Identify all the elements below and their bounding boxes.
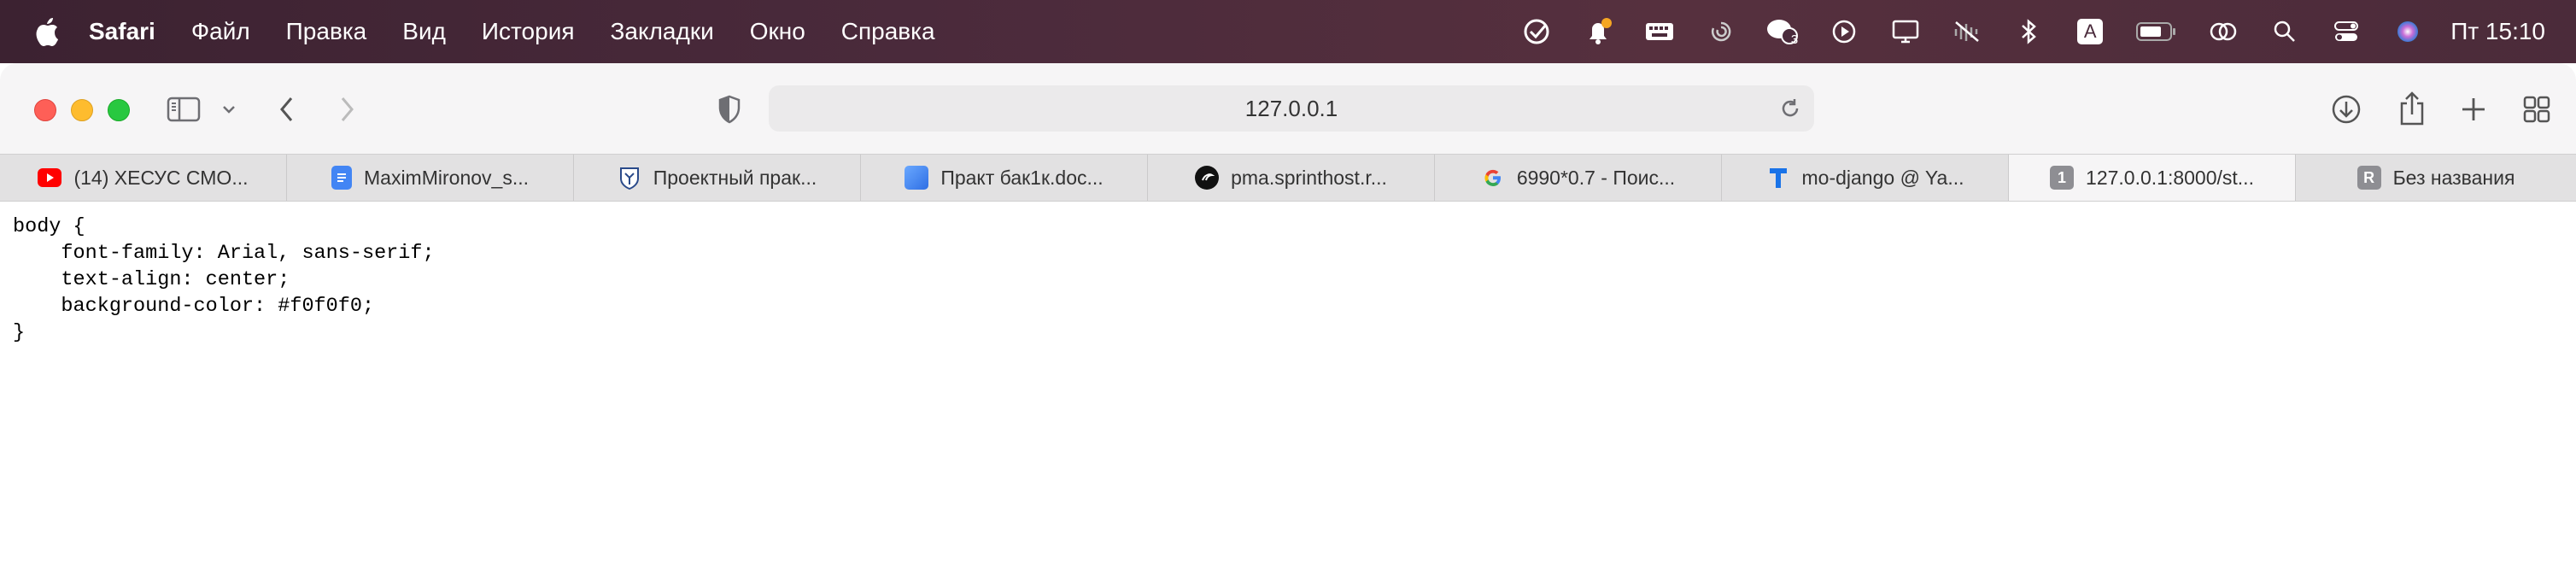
reload-icon[interactable] bbox=[1778, 97, 1802, 120]
menu-view[interactable]: Вид bbox=[402, 18, 446, 45]
tab-overview-icon[interactable] bbox=[2520, 92, 2554, 126]
menu-bookmarks[interactable]: Закладки bbox=[611, 18, 714, 45]
input-source-icon[interactable]: A bbox=[2073, 15, 2107, 49]
clock[interactable]: Пт 15:10 bbox=[2450, 18, 2545, 45]
app-menu: Safari Файл Правка Вид История Закладки … bbox=[89, 18, 971, 45]
link-icon[interactable] bbox=[2206, 15, 2240, 49]
display-icon[interactable] bbox=[1888, 15, 1923, 49]
search-icon[interactable] bbox=[2268, 15, 2302, 49]
battery-icon[interactable] bbox=[2134, 15, 2179, 49]
tab-google-search[interactable]: 6990*0.7 - Поис... bbox=[1435, 155, 1722, 201]
window-controls bbox=[34, 99, 144, 121]
status-area: 3 A Пт 15:10 bbox=[1492, 0, 2545, 63]
tab-label: (14) ХЕСУС СМО... bbox=[73, 166, 249, 189]
docs-icon bbox=[331, 166, 352, 190]
crest-icon bbox=[618, 166, 641, 190]
tab-label: Практ бак1к.doc... bbox=[940, 166, 1104, 189]
tab-label: 6990*0.7 - Поис... bbox=[1516, 166, 1676, 189]
notification-icon[interactable] bbox=[1581, 15, 1615, 49]
address-bar[interactable]: 127.0.0.1 bbox=[769, 85, 1814, 132]
google-icon bbox=[1481, 166, 1505, 190]
tab-bar: (14) ХЕСУС СМО... MaximMironov_s... Прое… bbox=[0, 154, 2576, 202]
siri-icon[interactable] bbox=[2391, 15, 2425, 49]
swirl-icon[interactable] bbox=[1704, 15, 1738, 49]
keyboard-icon[interactable] bbox=[1642, 15, 1677, 49]
tracker-icon bbox=[1766, 166, 1790, 190]
control-center-icon[interactable] bbox=[2329, 15, 2363, 49]
menu-history[interactable]: История bbox=[482, 18, 575, 45]
wechat-badge: 3 bbox=[1790, 32, 1799, 47]
new-tab-icon[interactable] bbox=[2456, 92, 2491, 126]
zoom-window-button[interactable] bbox=[108, 99, 130, 121]
safari-window: 127.0.0.1 (14) ХЕСУС СМО... MaximMironov… bbox=[0, 63, 2576, 574]
tab-label: pma.sprinthost.r... bbox=[1231, 166, 1387, 189]
toolbar: 127.0.0.1 bbox=[0, 63, 2576, 154]
play-icon[interactable] bbox=[1827, 15, 1861, 49]
url-text[interactable]: 127.0.0.1 bbox=[1245, 96, 1338, 122]
tab-label: Проектный прак... bbox=[653, 166, 817, 189]
bluetooth-icon[interactable] bbox=[2011, 15, 2046, 49]
tab-docs[interactable]: MaximMironov_s... bbox=[287, 155, 574, 201]
tab-label: Без названия bbox=[2392, 166, 2515, 189]
tab-tracker[interactable]: mo-django @ Ya... bbox=[1722, 155, 2009, 201]
checkmark-circle-icon[interactable] bbox=[1519, 15, 1554, 49]
tab-project-practice[interactable]: Проектный прак... bbox=[574, 155, 861, 201]
menu-window[interactable]: Окно bbox=[750, 18, 805, 45]
tab-localhost-active[interactable]: 1 127.0.0.1:8000/st... bbox=[2009, 155, 2296, 201]
sidebar-toggle-icon[interactable] bbox=[165, 92, 202, 126]
file-icon bbox=[905, 166, 929, 190]
menu-edit[interactable]: Правка bbox=[286, 18, 367, 45]
downloads-icon[interactable] bbox=[2329, 92, 2363, 126]
tab-untitled[interactable]: R Без названия bbox=[2296, 155, 2576, 201]
tab-label: 127.0.0.1:8000/st... bbox=[2086, 166, 2254, 189]
page-icon: 1 bbox=[2050, 166, 2075, 190]
tab-doc-file[interactable]: Практ бак1к.doc... bbox=[861, 155, 1148, 201]
chevron-down-icon[interactable] bbox=[219, 97, 239, 121]
menu-bar: Safari Файл Правка Вид История Закладки … bbox=[0, 0, 2576, 63]
mute-icon[interactable] bbox=[1950, 15, 1984, 49]
back-icon[interactable] bbox=[273, 92, 301, 126]
tab-youtube[interactable]: (14) ХЕСУС СМО... bbox=[0, 155, 287, 201]
youtube-icon bbox=[38, 168, 62, 187]
menu-help[interactable]: Справка bbox=[841, 18, 935, 45]
minimize-window-button[interactable] bbox=[71, 99, 93, 121]
page-content: body { font-family: Arial, sans-serif; t… bbox=[0, 202, 2576, 574]
menu-safari[interactable]: Safari bbox=[89, 18, 155, 45]
tab-sprinthost[interactable]: pma.sprinthost.r... bbox=[1148, 155, 1435, 201]
apple-logo-icon[interactable] bbox=[34, 16, 60, 47]
css-source-text: body { font-family: Arial, sans-serif; t… bbox=[13, 215, 435, 344]
tab-label: MaximMironov_s... bbox=[364, 166, 529, 189]
forward-icon[interactable] bbox=[333, 92, 360, 126]
sprinthost-icon bbox=[1195, 166, 1220, 190]
close-window-button[interactable] bbox=[34, 99, 56, 121]
privacy-shield-icon[interactable] bbox=[712, 92, 746, 126]
tab-label: mo-django @ Ya... bbox=[1801, 166, 1964, 189]
menu-file[interactable]: Файл bbox=[191, 18, 250, 45]
page-icon: R bbox=[2356, 166, 2381, 190]
wechat-icon[interactable]: 3 bbox=[1765, 15, 1800, 49]
input-source-label: A bbox=[2077, 19, 2104, 44]
share-icon[interactable] bbox=[2395, 89, 2429, 128]
